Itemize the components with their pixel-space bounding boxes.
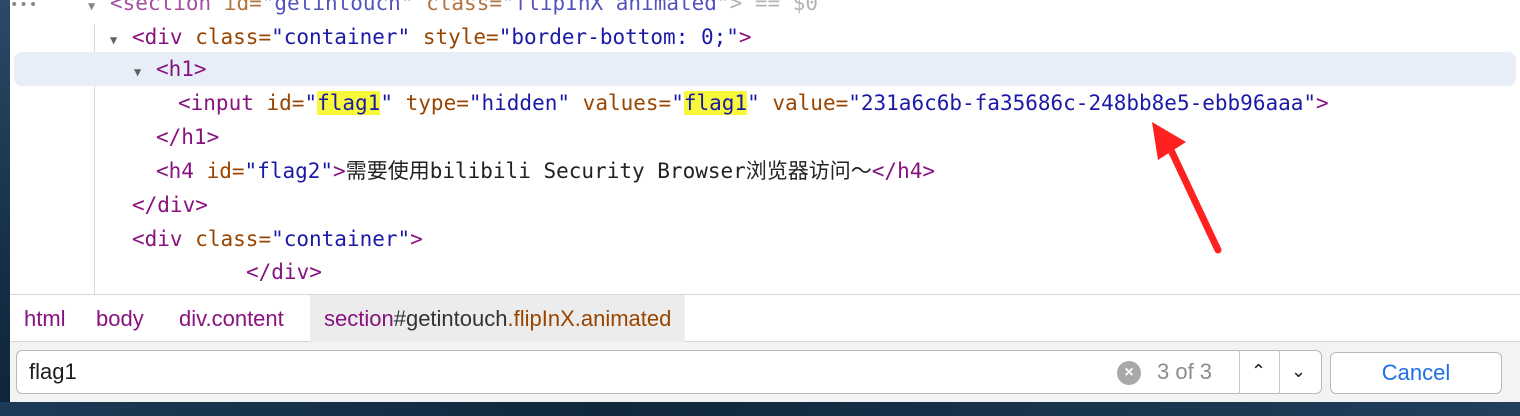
flag-value: "231a6c6b-fa35686c-248bb8e5-ebb96aaa" bbox=[848, 91, 1317, 115]
tree-row-div-close-2[interactable]: </div> bbox=[10, 255, 1520, 289]
attr-name: class= bbox=[195, 227, 272, 251]
selected-node-marker: > == $0 bbox=[729, 0, 819, 15]
attr-quote: " bbox=[380, 91, 393, 115]
tag-close: > bbox=[333, 159, 346, 183]
tree-row-h1[interactable]: ▼ <h1> bbox=[10, 52, 1520, 86]
web-inspector: ••• ▼ <section id="getintouch" class="fl… bbox=[10, 0, 1520, 402]
attr-name: values= bbox=[582, 91, 672, 115]
attr-name: type= bbox=[405, 91, 469, 115]
tree-row-div-container[interactable]: ▼ <div class="container" style="border-b… bbox=[10, 20, 1520, 54]
red-arrow-annotation bbox=[1152, 122, 1222, 254]
tag-name: <h4 bbox=[156, 159, 194, 183]
attr-name: class= bbox=[426, 0, 502, 15]
attr-name: class= bbox=[195, 25, 272, 49]
tag-name: <section bbox=[110, 0, 212, 15]
tag-name: <input bbox=[178, 91, 254, 115]
find-input-box[interactable]: flag1 × 3 of 3 ⌃ ⌄ bbox=[16, 350, 1322, 394]
breadcrumb-html[interactable]: html bbox=[10, 295, 80, 342]
attr-name: id= bbox=[266, 91, 305, 115]
tag-name: <h1> bbox=[156, 57, 207, 81]
search-match: flag1 bbox=[683, 91, 748, 115]
attr-name: value= bbox=[772, 91, 849, 115]
chevron-down-icon: ⌄ bbox=[1290, 361, 1307, 381]
next-match-button[interactable]: ⌄ bbox=[1279, 350, 1317, 394]
attr-name: id= bbox=[206, 159, 245, 183]
tree-row-h4[interactable]: <h4 id="flag2">需要使用bilibili Security Bro… bbox=[10, 154, 1520, 188]
chevron-up-icon: ⌃ bbox=[1250, 361, 1267, 381]
search-input[interactable]: flag1 bbox=[29, 351, 77, 393]
tag-close: > bbox=[1316, 91, 1329, 115]
tree-row-div-close[interactable]: </div> bbox=[10, 188, 1520, 222]
triangle-down-icon[interactable]: ▼ bbox=[88, 0, 95, 13]
tag-name: </div> bbox=[246, 260, 322, 284]
previous-match-button[interactable]: ⌃ bbox=[1239, 350, 1277, 394]
attr-value: "flag2" bbox=[244, 159, 334, 183]
breadcrumb-section[interactable]: section#getintouch.flipInX.animated bbox=[310, 295, 686, 342]
tag-name: <div bbox=[132, 227, 183, 251]
find-bar: flag1 × 3 of 3 ⌃ ⌄ Cancel bbox=[10, 342, 1520, 402]
tag-name: </h1> bbox=[156, 125, 220, 149]
breadcrumb-div-content[interactable]: div.content bbox=[165, 295, 298, 342]
attr-quote: " bbox=[304, 91, 318, 115]
triangle-down-icon[interactable]: ▼ bbox=[134, 65, 141, 79]
cancel-button[interactable]: Cancel bbox=[1330, 352, 1502, 394]
tag-name: </div> bbox=[132, 193, 208, 217]
triangle-down-icon[interactable]: ▼ bbox=[110, 33, 117, 47]
clear-circle-icon[interactable]: × bbox=[1117, 361, 1141, 385]
tree-row-input[interactable]: <input id="flag1" type="hidden" values="… bbox=[10, 86, 1520, 120]
attr-value: "container" bbox=[271, 227, 411, 251]
tag-name: </h4> bbox=[871, 159, 935, 183]
search-match: flag1 bbox=[317, 91, 381, 115]
tree-row-div-container-2[interactable]: <div class="container"> bbox=[10, 222, 1520, 256]
breadcrumb-tag: section bbox=[324, 306, 394, 331]
attr-value: "container" bbox=[271, 25, 411, 49]
tree-row-h1-close[interactable]: </h1> bbox=[10, 120, 1520, 154]
desktop-background bbox=[0, 0, 10, 416]
attr-quote: " bbox=[671, 91, 684, 115]
attr-value: "getintouch" bbox=[261, 0, 414, 15]
tag-close: > bbox=[738, 25, 752, 49]
attr-value: "border-bottom: 0;" bbox=[498, 25, 739, 49]
attr-quote: " bbox=[747, 91, 760, 115]
tag-close: > bbox=[410, 227, 423, 251]
attr-name: style= bbox=[422, 25, 499, 49]
desktop-background-bottom bbox=[0, 402, 1520, 416]
dom-tree: ••• ▼ <section id="getintouch" class="fl… bbox=[10, 0, 1520, 294]
attr-name: id= bbox=[223, 0, 262, 15]
tree-row-section[interactable]: ▼ <section id="getintouch" class="flipIn… bbox=[10, 0, 1520, 20]
breadcrumb-id: #getintouch bbox=[393, 306, 508, 331]
breadcrumb-classes: .flipInX.animated bbox=[507, 306, 672, 331]
breadcrumb: html body div.content section#getintouch… bbox=[10, 294, 1520, 342]
match-count: 3 of 3 bbox=[1157, 359, 1213, 384]
attr-value: "hidden" bbox=[468, 91, 571, 115]
attr-value: "flipInX animated" bbox=[501, 0, 730, 15]
text-node: 需要使用bilibili Security Browser浏览器访问～ bbox=[345, 159, 872, 183]
tag-name: <div bbox=[132, 25, 183, 49]
breadcrumb-body[interactable]: body bbox=[82, 295, 158, 342]
